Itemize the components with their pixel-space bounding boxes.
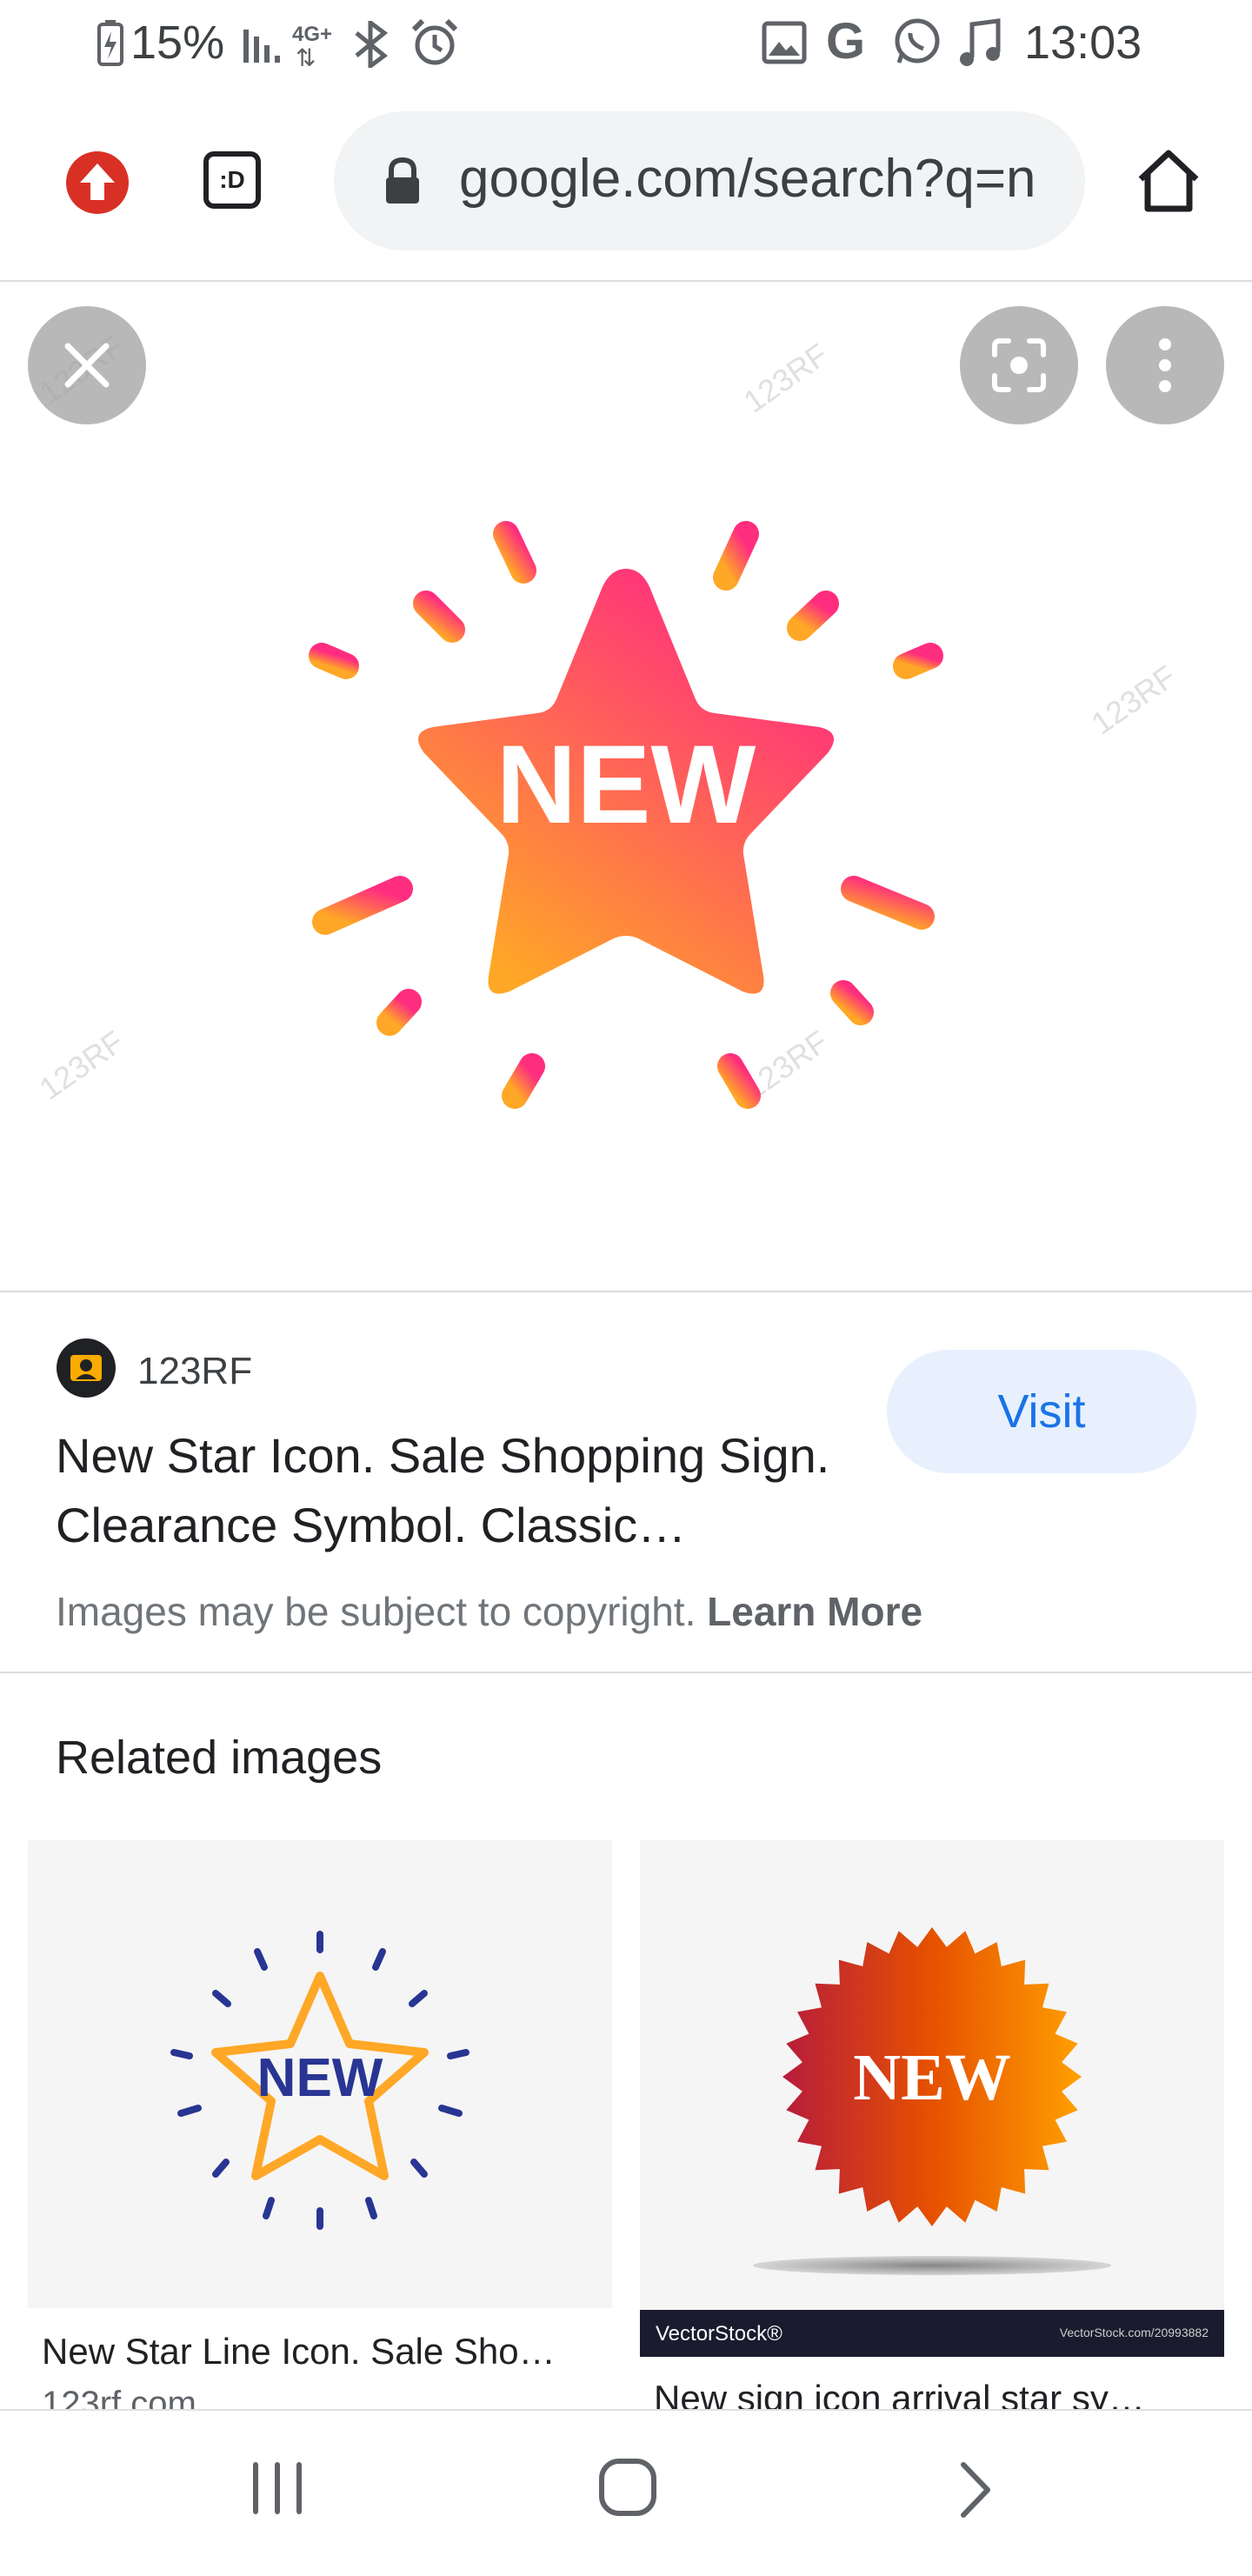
data-arrows-icon: ⇅ <box>296 44 316 71</box>
related-images-heading: Related images <box>56 1732 383 1784</box>
system-nav-bar <box>0 2409 1252 2576</box>
vectorstock-banner: VectorStock® VectorStock.com/20993882 <box>640 2310 1224 2357</box>
whatsapp-icon <box>895 18 940 63</box>
gallery-icon <box>762 21 807 64</box>
google-icon: G <box>826 13 866 70</box>
alarm-icon <box>411 18 458 65</box>
close-icon <box>64 343 110 388</box>
home-nav-icon[interactable] <box>596 2456 659 2519</box>
tab-switcher-button[interactable]: :D <box>203 151 261 209</box>
home-icon[interactable] <box>1134 148 1203 214</box>
vectorstock-logo-text: VectorStock® <box>656 2322 782 2346</box>
source-favicon-icon <box>57 1338 116 1398</box>
divider <box>0 1672 1252 1673</box>
visit-button[interactable]: Visit <box>887 1350 1196 1473</box>
result-title[interactable]: New Star Icon. Sale Shopping Sign. Clear… <box>56 1421 856 1560</box>
bluetooth-icon <box>355 21 389 68</box>
close-button[interactable] <box>28 306 146 424</box>
watermark-text: 123RF <box>1084 657 1182 742</box>
lens-button[interactable] <box>960 306 1078 424</box>
lens-icon <box>992 338 1046 392</box>
signal-icon <box>243 30 280 63</box>
battery-icon <box>97 20 123 66</box>
copyright-notice: Images may be subject to copyright. Lear… <box>56 1588 922 1635</box>
related-image-2[interactable]: NEW VectorStock® VectorStock.com/2099388… <box>640 1840 1224 2357</box>
related-title-2[interactable]: New sign icon arrival star sy… <box>654 2378 1210 2409</box>
new-label: NEW <box>257 2048 383 2108</box>
star-line-image: NEW <box>170 1931 470 2230</box>
new-star-image: NEW <box>309 486 943 1109</box>
watermark-text: 123RF <box>32 1023 130 1107</box>
lock-icon[interactable] <box>383 157 423 207</box>
new-label: NEW <box>496 723 756 847</box>
new-label: NEW <box>853 2041 1011 2114</box>
more-options-button[interactable] <box>1106 306 1224 424</box>
clock: 13:03 <box>1024 17 1142 69</box>
source-name[interactable]: 123RF <box>137 1350 252 1393</box>
image-viewer: 123RF 123RF 123RF 123RF 123RF <box>0 282 1252 1291</box>
forward-nav-icon[interactable] <box>955 2459 998 2520</box>
recent-apps-icon[interactable] <box>247 2458 308 2519</box>
battery-percent: 15% <box>130 17 225 69</box>
status-bar: 15% 4G+ ⇅ G 13:03 <box>0 0 1252 87</box>
related-image-1[interactable]: NEW <box>28 1840 612 2308</box>
shadow <box>753 2256 1111 2275</box>
url-text[interactable]: google.com/search?q=n <box>459 148 1064 210</box>
learn-more-link[interactable]: Learn More <box>707 1589 922 1634</box>
update-icon[interactable] <box>64 150 130 216</box>
more-vert-icon <box>1159 338 1171 392</box>
related-source-1: 123rf.com <box>42 2385 196 2409</box>
new-sign-image: NEW <box>782 1927 1082 2226</box>
divider <box>0 1291 1252 1292</box>
copyright-text: Images may be subject to copyright. <box>56 1589 696 1634</box>
watermark-text: 123RF <box>736 336 835 420</box>
vectorstock-id: VectorStock.com/20993882 <box>1059 2326 1209 2339</box>
related-title-1[interactable]: New Star Line Icon. Sale Sho… <box>42 2331 598 2372</box>
music-icon <box>960 18 1001 66</box>
